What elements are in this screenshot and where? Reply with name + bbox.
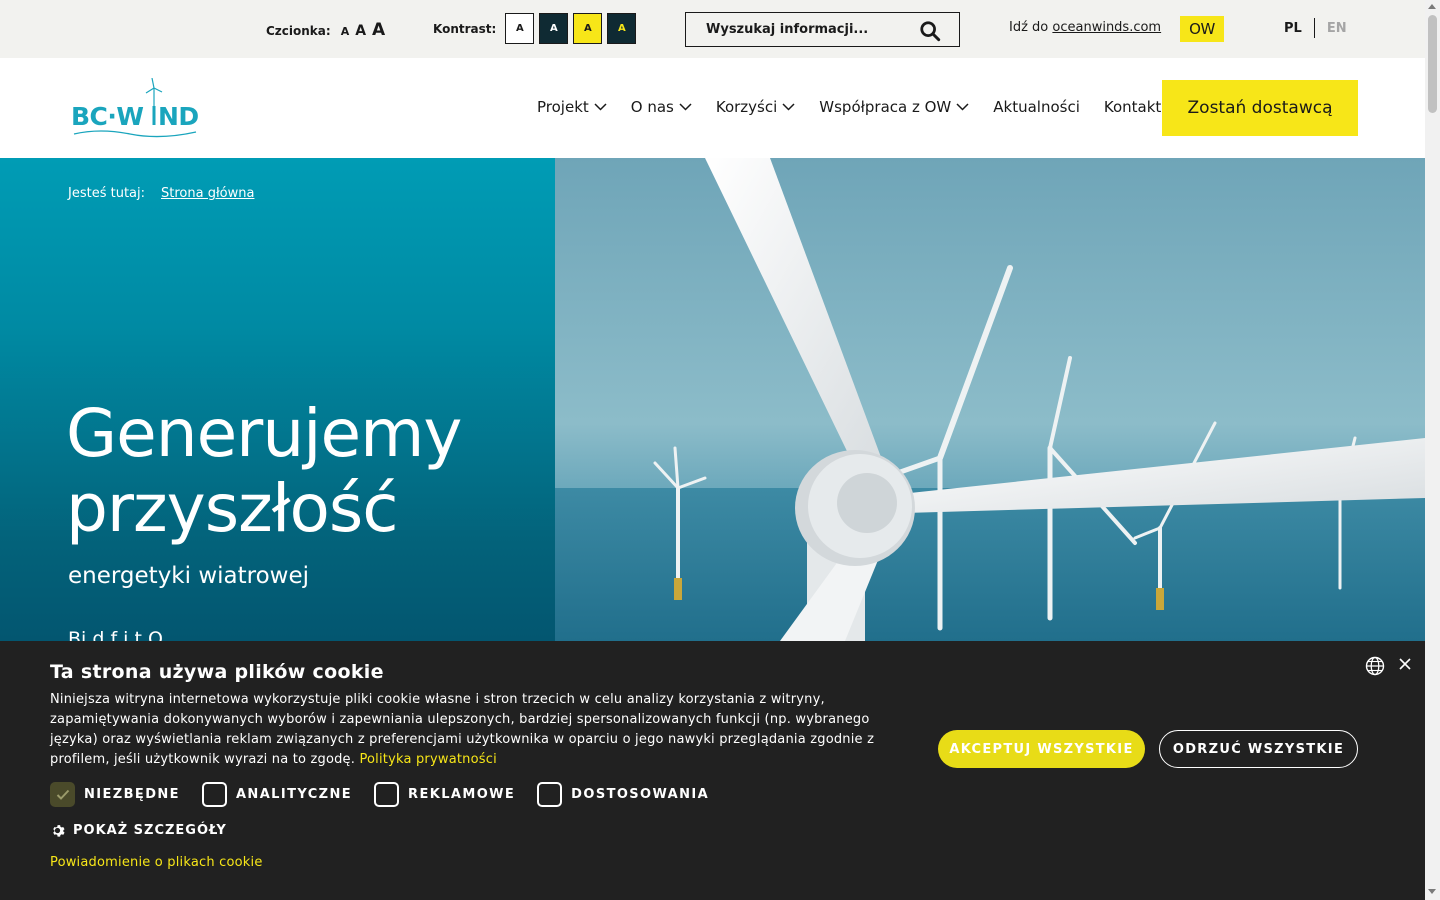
analytics-checkbox[interactable]	[201, 782, 227, 807]
customization-label: DOSTOSOWANIA	[571, 787, 710, 802]
cookie-category-necessary[interactable]: NIEZBĘDNE	[50, 782, 180, 807]
privacy-policy-link[interactable]: Polityka prywatności	[359, 752, 496, 767]
language-divider	[1313, 18, 1315, 38]
search-input[interactable]	[686, 22, 906, 37]
cookie-banner: Ta strona używa plików cookie Niniejsza …	[0, 641, 1425, 900]
bc-wind-logo[interactable]: BC·W ND	[70, 77, 200, 140]
search-icon[interactable]	[919, 20, 941, 42]
globe-icon[interactable]	[1365, 656, 1385, 676]
scroll-up-arrow[interactable]	[1428, 4, 1436, 9]
svg-text:BC·W: BC·W	[71, 102, 143, 131]
cookie-category-customization[interactable]: DOSTOSOWANIA	[537, 782, 709, 807]
necessary-checkbox[interactable]	[50, 782, 75, 807]
breadcrumb-label: Jesteś tutaj:	[68, 186, 145, 201]
language-en[interactable]: EN	[1327, 21, 1347, 36]
scroll-down-arrow[interactable]	[1428, 889, 1436, 894]
hero-image-wind-turbines	[555, 158, 1425, 641]
gear-icon	[53, 825, 65, 837]
contrast-label: Kontrast:	[433, 21, 497, 36]
analytics-label: ANALITYCZNE	[235, 787, 353, 802]
goto-prefix: Idź do	[1009, 20, 1049, 35]
breadcrumb: Jesteś tutaj: Strona główna	[68, 186, 254, 201]
nav-item-o-nas[interactable]: O nas	[631, 98, 692, 116]
bc-wind-logo-mark: BC·W ND	[71, 77, 199, 138]
advertising-label: REKLAMOWE	[408, 787, 516, 802]
cookie-title: Ta strona używa plików cookie	[50, 661, 384, 683]
nav-label: O nas	[630, 98, 674, 116]
search-box	[685, 12, 960, 47]
main-nav: Projekt O nas Korzyści Współpraca z OW A…	[537, 98, 1185, 116]
nav-item-aktualnosci[interactable]: Aktualności	[993, 98, 1080, 116]
checkmark-icon	[56, 789, 69, 800]
nav-item-projekt[interactable]: Projekt	[537, 98, 607, 116]
contrast-yellow-button[interactable]: A	[573, 13, 603, 44]
cookie-notice-link[interactable]: Powiadomienie o plikach cookie	[50, 855, 263, 870]
wind-turbines-illustration	[555, 158, 1425, 641]
nav-item-korzysci[interactable]: Korzyści	[716, 98, 795, 116]
main-header: BC·W ND Projekt O nas Korzyści Współprac…	[0, 58, 1425, 158]
nav-label: Korzyści	[715, 98, 778, 116]
font-size-small-button[interactable]: A	[341, 25, 350, 38]
become-supplier-button[interactable]: Zostań dostawcą	[1162, 80, 1358, 136]
chevron-down-icon	[782, 103, 795, 111]
advertising-checkbox[interactable]	[374, 782, 400, 807]
font-size-medium-button[interactable]: A	[355, 23, 366, 39]
hero-title: Generujemy przyszłość	[66, 395, 462, 547]
cookie-category-analytics[interactable]: ANALITYCZNE	[201, 782, 353, 807]
utility-bar: Czcionka: A A A Kontrast: A A A A Idź do…	[0, 0, 1425, 58]
nav-item-wspolpraca[interactable]: Współpraca z OW	[819, 98, 969, 116]
nav-label: Współpraca z OW	[819, 98, 952, 116]
hero-subtitle: energetyki wiatrowej	[68, 563, 310, 589]
hero-title-line2: przyszłość	[66, 470, 399, 547]
hero-title-line1: Generujemy	[66, 395, 462, 472]
language-switcher: PL EN	[1284, 18, 1347, 38]
page-scrollbar[interactable]	[1425, 0, 1440, 900]
font-size-controls: Czcionka: A A A	[266, 20, 385, 40]
goto-oceanwinds: Idź do oceanwinds.com	[1009, 20, 1161, 35]
reject-all-button[interactable]: ODRZUĆ WSZYSTKIE	[1159, 730, 1358, 768]
show-details-button[interactable]: POKAŻ SZCZEGÓŁY	[50, 823, 227, 838]
chevron-down-icon	[679, 103, 692, 111]
svg-text:ND: ND	[158, 102, 199, 131]
customization-checkbox[interactable]	[537, 782, 563, 807]
contrast-dark-yellow-button[interactable]: A	[607, 13, 637, 44]
font-size-large-button[interactable]: A	[372, 20, 385, 40]
scroll-thumb[interactable]	[1428, 15, 1437, 113]
language-pl[interactable]: PL	[1284, 21, 1302, 36]
show-details-label: POKAŻ SZCZEGÓŁY	[73, 823, 227, 838]
nav-label: Aktualności	[993, 98, 1080, 116]
chevron-down-icon	[594, 103, 607, 111]
contrast-controls: Kontrast: A A A A	[433, 13, 637, 44]
contrast-dark-button[interactable]: A	[539, 13, 569, 44]
ow-logo[interactable]: OW	[1180, 16, 1224, 42]
oceanwinds-link[interactable]: oceanwinds.com	[1052, 20, 1161, 35]
accept-all-button[interactable]: AKCEPTUJ WSZYSTKIE	[938, 730, 1145, 768]
nav-label: Projekt	[537, 98, 589, 116]
cookie-categories: NIEZBĘDNE ANALITYCZNE REKLAMOWE DOSTOSOW…	[50, 782, 731, 807]
contrast-default-button[interactable]: A	[505, 13, 535, 44]
cookie-text: Niniejsza witryna internetowa wykorzystu…	[50, 690, 920, 770]
nav-label: Kontakt	[1103, 98, 1162, 116]
chevron-down-icon	[956, 103, 969, 111]
necessary-label: NIEZBĘDNE	[84, 787, 180, 802]
close-icon[interactable]	[1398, 657, 1412, 671]
nav-item-kontakt[interactable]: Kontakt	[1104, 98, 1161, 116]
breadcrumb-home-link[interactable]: Strona główna	[161, 186, 254, 201]
cookie-category-advertising[interactable]: REKLAMOWE	[374, 782, 515, 807]
font-size-label: Czcionka:	[266, 24, 331, 38]
hero-panel: Jesteś tutaj: Strona główna Generujemy p…	[0, 158, 555, 650]
